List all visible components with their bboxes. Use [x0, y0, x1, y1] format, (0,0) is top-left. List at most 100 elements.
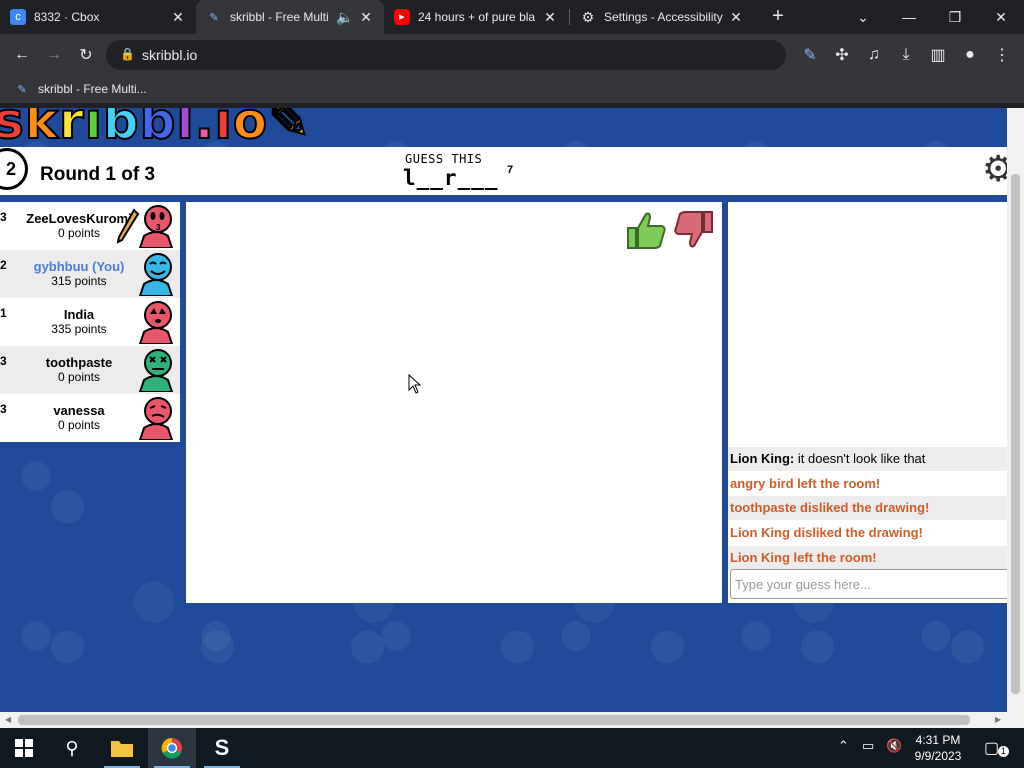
player-rank: 3 [0, 210, 7, 224]
restore-button[interactable]: ❐ [932, 0, 978, 34]
chat-author: Lion King: [730, 451, 795, 466]
player-row[interactable]: 3 ZeeLovesKuromi 0 points 3 [0, 202, 180, 250]
close-icon[interactable]: ✕ [728, 9, 744, 26]
chat-panel: Lion King: it doesn't look like that ang… [728, 202, 1007, 603]
close-icon[interactable]: ✕ [170, 9, 186, 26]
app-s-icon[interactable]: S [198, 728, 246, 768]
guess-input[interactable] [730, 569, 1007, 599]
player-points: 335 points [51, 322, 107, 336]
lock-icon: 🔒 [120, 47, 135, 61]
minimize-button[interactable]: — [886, 0, 932, 34]
clock-date: 9/9/2023 [914, 749, 962, 763]
windows-start-icon[interactable] [0, 728, 48, 768]
window-close-button[interactable]: ✕ [978, 0, 1024, 34]
player-row[interactable]: 2 gybhbuu (You) 315 points [0, 250, 180, 298]
chat-message: Lion King: it doesn't look like that [728, 447, 1007, 471]
network-icon[interactable]: ▭ [862, 738, 874, 754]
close-icon[interactable]: ✕ [542, 9, 558, 26]
avatar [138, 253, 174, 296]
word-length: 7 [507, 164, 514, 176]
forward-button[interactable]: → [40, 41, 68, 69]
clock-time: 4:31 PM [915, 733, 961, 747]
close-icon[interactable]: ✕ [358, 9, 374, 26]
tab-strip: c 8332 · Cbox ✕ ✎ skribbl - Free Multi 🔈… [0, 0, 1024, 34]
tab-cbox[interactable]: c 8332 · Cbox ✕ [0, 0, 196, 34]
bookmark-label: skribbl - Free Multi... [38, 82, 147, 96]
tab-skribbl[interactable]: ✎ skribbl - Free Multi 🔈 ✕ [196, 0, 384, 34]
settings-gear-icon[interactable]: ⚙ [982, 151, 1007, 187]
player-points: 315 points [51, 274, 107, 288]
player-rank: 3 [0, 402, 7, 416]
address-bar[interactable]: 🔒 skribbl.io [106, 40, 786, 70]
url-text: skribbl.io [142, 47, 198, 63]
new-tab-button[interactable]: + [766, 5, 790, 29]
chevron-up-icon[interactable]: ⌃ [838, 738, 849, 754]
player-points: 0 points [57, 418, 101, 432]
player-list: 3 ZeeLovesKuromi 0 points 3 2 gybhbuu (Y… [0, 202, 180, 442]
player-row[interactable]: 1 India 335 points [0, 298, 180, 346]
chat-text: angry bird left the room! [730, 476, 881, 491]
youtube-icon: ▶ [394, 9, 410, 25]
tab-title: skribbl - Free Multi [230, 10, 329, 24]
chat-text: it doesn't look like that [797, 451, 926, 466]
word-hint: l__r___ [403, 166, 499, 190]
gear-icon: ⚙ [581, 8, 595, 25]
tab-settings[interactable]: ⚙ Settings - Accessibility ✕ [570, 0, 754, 34]
thumbs-up-icon[interactable] [624, 208, 668, 252]
media-control-icon[interactable]: ♫ [860, 41, 888, 69]
chrome-icon[interactable] [148, 728, 196, 768]
player-rank: 1 [0, 306, 7, 320]
extensions-icon[interactable]: ✣ [828, 41, 856, 69]
timer-value: 2 [5, 158, 16, 179]
tab-youtube[interactable]: ▶ 24 hours + of pure bla ✕ [384, 0, 568, 34]
notification-count: 1 [998, 746, 1009, 757]
bookmark-skribbl[interactable]: ✎ skribbl - Free Multi... [14, 81, 147, 97]
round-label: Round 1 of 3 [40, 164, 156, 185]
pencil-icon [116, 208, 140, 244]
player-row[interactable]: 3 toothpaste 0 points [0, 346, 180, 394]
player-name: vanessa [53, 403, 105, 418]
bookmarks-bar: ✎ skribbl - Free Multi... [0, 76, 1024, 104]
scroll-left-icon[interactable]: ◀ [5, 715, 11, 724]
tab-search-icon[interactable]: ⌄ [840, 0, 886, 34]
profile-avatar[interactable]: ● [956, 41, 984, 69]
notifications-icon[interactable]: ▢ [984, 738, 999, 758]
tab-title: 8332 · Cbox [34, 10, 100, 24]
thumbs-down-icon[interactable] [672, 208, 716, 252]
player-name: gybhbuu (You) [33, 259, 125, 274]
player-row[interactable]: 3 vanessa 0 points [0, 394, 180, 442]
player-name: toothpaste [45, 355, 113, 370]
chat-text: toothpaste disliked the drawing! [730, 500, 930, 515]
scrollbar-thumb[interactable] [18, 715, 970, 725]
search-icon[interactable]: ⚲ [48, 728, 96, 768]
reload-button[interactable]: ↻ [72, 41, 100, 69]
file-explorer-icon[interactable] [98, 728, 146, 768]
mouse-cursor-icon [408, 374, 422, 394]
side-panel-icon[interactable]: ▥ [924, 41, 952, 69]
player-rank: 3 [0, 354, 7, 368]
player-name: India [63, 307, 95, 322]
scrollbar-thumb[interactable] [1011, 174, 1020, 694]
back-button[interactable]: ← [8, 41, 36, 69]
chat-message: Lion King left the room! [728, 546, 1007, 570]
tab-title: Settings - Accessibility [604, 10, 723, 24]
drawing-canvas[interactable] [186, 202, 722, 603]
scroll-right-icon[interactable]: ▶ [995, 715, 1001, 724]
cbox-icon: c [10, 9, 26, 25]
chat-text: Lion King disliked the drawing! [730, 525, 923, 540]
skribbl-logo: skribbl.io✎ [0, 108, 311, 151]
horizontal-scrollbar[interactable]: ◀ ▶ [0, 712, 1024, 728]
skribbl-extension-icon[interactable]: ✎ [796, 41, 824, 69]
system-clock[interactable]: 4:31 PM 9/9/2023 [908, 732, 968, 764]
volume-muted-icon[interactable]: 🔇 [886, 738, 902, 754]
menu-icon[interactable]: ⋮ [988, 41, 1016, 69]
player-points: 0 points [57, 370, 101, 384]
svg-text:3: 3 [156, 223, 161, 232]
guess-label: GUESS THIS [405, 152, 483, 166]
windows-taskbar: ⚲ S ⌃ ▭ 🔇 4:31 PM 9/9/2023 ▢ 1 [0, 728, 1024, 768]
speaker-icon[interactable]: 🔈 [336, 9, 353, 26]
avatar [138, 349, 174, 392]
chat-message: toothpaste disliked the drawing! [728, 496, 1007, 520]
download-icon[interactable]: ⤓ [892, 41, 920, 69]
vertical-scrollbar[interactable] [1007, 108, 1024, 712]
